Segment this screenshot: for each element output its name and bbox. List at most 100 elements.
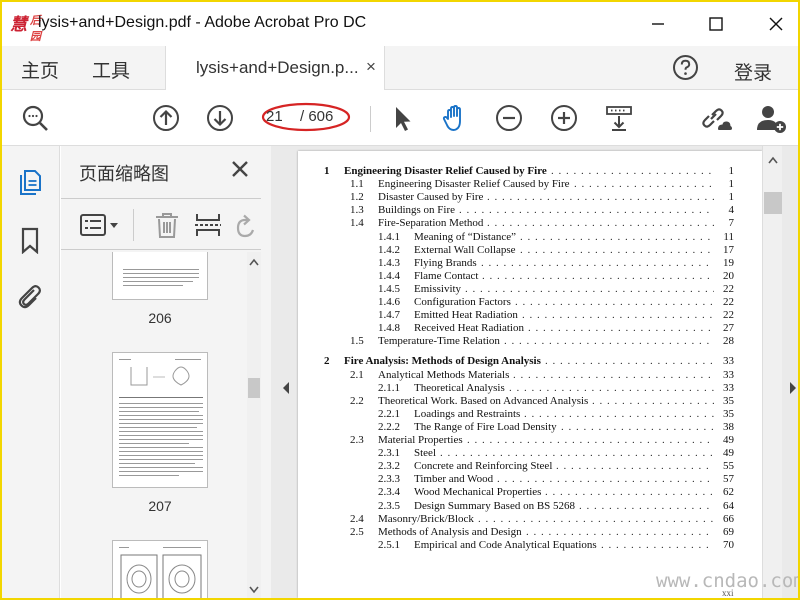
tab-tools[interactable]: 工具 xyxy=(92,56,130,83)
toc-entry[interactable]: 1.4.1 Meaning of “Distance” . . . . . . .… xyxy=(298,231,762,244)
collapse-left-panel-icon[interactable] xyxy=(281,381,291,395)
toc-leader-dots: . . . . . . . . . . . . . . . . . . . . … xyxy=(459,204,714,217)
hand-tool-icon[interactable] xyxy=(439,102,471,134)
toc-entry[interactable]: 1.4.3 Flying Brands . . . . . . . . . . .… xyxy=(298,257,762,270)
toc-page-number: 66 xyxy=(723,512,734,525)
document-scroll-thumb[interactable] xyxy=(764,192,782,214)
expand-right-panel-icon[interactable] xyxy=(788,381,798,395)
toc-page-number: 33 xyxy=(723,355,734,368)
panel-scrollbar[interactable] xyxy=(247,252,261,598)
toc-entry[interactable]: 1.4.2 External Wall Collapse . . . . . . … xyxy=(298,244,762,257)
page-current-input[interactable]: 21 xyxy=(266,108,283,125)
toc-entry[interactable]: 1.1 Engineering Disaster Relief Caused by… xyxy=(298,178,762,191)
toc-entry[interactable]: 1.3 Buildings on Fire . . . . . . . . . .… xyxy=(298,204,762,217)
toc-entry[interactable]: 2 Fire Analysis: Methods of Design Analys… xyxy=(298,355,762,368)
toc-leader-dots: . . . . . . . . . . . . . . . . . . . . … xyxy=(497,473,714,486)
thumbnail-page-number: 207 xyxy=(148,498,172,514)
toc-number: 1.4.1 xyxy=(378,230,400,243)
toc-entry[interactable]: 1.2 Disaster Caused by Fire . . . . . . .… xyxy=(298,191,762,204)
page-thumbnail[interactable] xyxy=(112,252,208,300)
panel-scroll-thumb[interactable] xyxy=(248,378,260,398)
scroll-down-icon[interactable] xyxy=(249,586,259,594)
extract-pages-icon[interactable] xyxy=(194,211,222,244)
toc-entry[interactable]: 1.5 Temperature-Time Relation . . . . . .… xyxy=(298,335,762,348)
toc-leader-dots: . . . . . . . . . . . . . . . . . . . . … xyxy=(551,165,714,177)
toc-number: 2.3.3 xyxy=(378,473,400,486)
page-thumbnails-icon[interactable] xyxy=(16,168,44,196)
share-link-icon[interactable] xyxy=(701,102,733,134)
minimize-button[interactable] xyxy=(646,12,670,36)
toc-entry[interactable]: 2.2.1 Loadings and Restraints . . . . . .… xyxy=(298,408,762,421)
search-icon[interactable] xyxy=(19,102,51,134)
close-window-button[interactable] xyxy=(764,12,788,36)
toc-page-number: 28 xyxy=(723,335,734,348)
panel-title: 页面缩略图 xyxy=(79,164,169,184)
attachment-icon[interactable] xyxy=(16,282,44,310)
page-display-icon[interactable] xyxy=(603,102,635,134)
toc-page-number: 27 xyxy=(723,322,734,335)
toc-entry[interactable]: 2.2 Theoretical Work. Based on Advanced A… xyxy=(298,395,762,408)
toc-entry[interactable]: 1.4.7 Emitted Heat Radiation . . . . . . … xyxy=(298,309,762,322)
document-scrollbar[interactable] xyxy=(762,146,782,598)
title-bar: 慧 后园 lysis+and+Design.pdf - Adobe Acroba… xyxy=(2,2,798,46)
toc-entry[interactable]: 2.2.2 The Range of Fire Load Density . . … xyxy=(298,421,762,434)
zoom-in-icon[interactable] xyxy=(548,102,580,134)
next-page-icon[interactable] xyxy=(204,102,236,134)
toc-entry[interactable]: 2.3.1 Steel . . . . . . . . . . . . . . .… xyxy=(298,447,762,460)
toc-entry[interactable]: 2.4 Masonry/Brick/Block . . . . . . . . .… xyxy=(298,513,762,526)
toc-title: Disaster Caused by Fire xyxy=(378,191,484,204)
toc-number: 2.2.1 xyxy=(378,407,400,420)
toc-entry[interactable]: 1.4.4 Flame Contact . . . . . . . . . . .… xyxy=(298,270,762,283)
toc-entry[interactable]: 1.4.5 Emissivity . . . . . . . . . . . . … xyxy=(298,283,762,296)
toc-page-number: 4 xyxy=(728,204,735,217)
previous-page-icon[interactable] xyxy=(150,102,182,134)
toc-title: Timber and Wood xyxy=(414,473,494,486)
app-logo: 慧 后园 xyxy=(10,10,41,43)
toc-page-number: 64 xyxy=(723,499,734,512)
toc-entry[interactable]: 1.4 Fire-Separation Method . . . . . . . … xyxy=(298,217,762,230)
add-user-icon[interactable] xyxy=(755,102,787,134)
toc-entry[interactable]: 2.3.3 Timber and Wood . . . . . . . . . .… xyxy=(298,473,762,486)
rotate-page-icon[interactable] xyxy=(233,211,259,244)
scroll-up-icon[interactable] xyxy=(768,156,778,164)
page-number-box[interactable]: 21 / 606 xyxy=(260,102,351,134)
maximize-button[interactable] xyxy=(704,12,728,36)
document-area: 1 Engineering Disaster Relief Caused by F… xyxy=(271,146,798,598)
page-thumbnail[interactable] xyxy=(112,540,208,598)
toc-title: Received Heat Radiation xyxy=(414,322,524,335)
toc-number: 1.5 xyxy=(350,335,364,348)
panel-close-icon[interactable] xyxy=(229,158,251,180)
select-arrow-icon[interactable] xyxy=(386,102,418,134)
toc-entry[interactable]: 2.1 Analytical Methods Materials . . . . … xyxy=(298,369,762,382)
toc-leader-dots: . . . . . . . . . . . . . . . . . . . . … xyxy=(520,243,714,256)
toc-entry[interactable]: 1.4.8 Received Heat Radiation . . . . . .… xyxy=(298,322,762,335)
toc-entry[interactable]: 1 Engineering Disaster Relief Caused by F… xyxy=(298,165,762,178)
page-thumbnail[interactable] xyxy=(112,352,208,488)
document-tab[interactable]: lysis+and+Design.p... × xyxy=(165,46,385,90)
scroll-up-icon[interactable] xyxy=(249,258,259,266)
zoom-out-icon[interactable] xyxy=(493,102,525,134)
toc-entry[interactable]: 2.3.2 Concrete and Reinforcing Steel . . … xyxy=(298,460,762,473)
thumbnail-options-icon[interactable] xyxy=(79,211,123,244)
toc-entry[interactable]: 2.5.1 Empirical and Code Analytical Equat… xyxy=(298,539,762,552)
toc-title: Emissivity xyxy=(414,282,462,295)
toc-entry[interactable]: 2.3 Material Properties . . . . . . . . .… xyxy=(298,434,762,447)
login-button[interactable]: 登录 xyxy=(734,58,772,85)
toc-leader-dots: . . . . . . . . . . . . . . . . . . . . … xyxy=(515,296,714,308)
toc-page-number: 33 xyxy=(723,368,734,381)
toc-entry[interactable]: 2.5 Methods of Analysis and Design . . . … xyxy=(298,526,762,539)
help-icon[interactable] xyxy=(672,54,699,81)
toc-title: Engineering Disaster Relief Caused by Fi… xyxy=(378,178,570,191)
toc-entry[interactable]: 2.3.5 Design Summary Based on BS 5268 . .… xyxy=(298,500,762,513)
close-tab-icon[interactable]: × xyxy=(366,57,376,77)
toc-page-number: 62 xyxy=(723,486,734,499)
tab-home[interactable]: 主页 xyxy=(21,56,59,83)
toc-entry[interactable]: 2.3.4 Wood Mechanical Properties . . . . … xyxy=(298,486,762,499)
bookmark-icon[interactable] xyxy=(16,226,44,255)
toc-entry[interactable]: 2.1.1 Theoretical Analysis . . . . . . . … xyxy=(298,382,762,395)
delete-page-icon[interactable] xyxy=(153,211,181,244)
toc-title: The Range of Fire Load Density xyxy=(414,420,557,433)
toc-entry[interactable]: 1.4.6 Configuration Factors . . . . . . .… xyxy=(298,296,762,309)
toc-leader-dots: . . . . . . . . . . . . . . . . . . . . … xyxy=(467,434,714,446)
toc-title: Analytical Methods Materials xyxy=(378,368,510,381)
